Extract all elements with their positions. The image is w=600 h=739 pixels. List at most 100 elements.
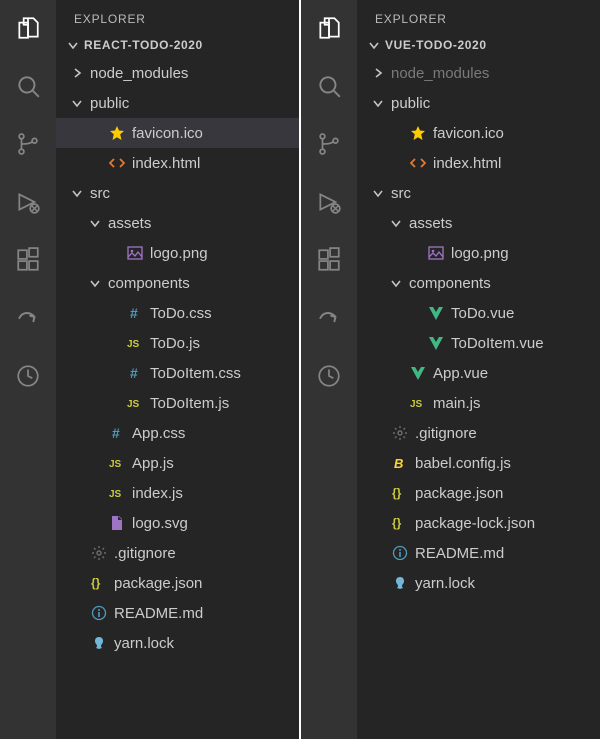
explorer-sidebar: EXPLORER REACT-TODO-2020 node_modulespub… (56, 0, 299, 739)
svg-text:#: # (130, 305, 138, 321)
svg-text:JS: JS (109, 489, 122, 500)
file-row[interactable]: .gitignore (56, 538, 299, 568)
file-row[interactable]: {} package.json (357, 478, 600, 508)
file-row[interactable]: yarn.lock (56, 628, 299, 658)
tree-item-label: ToDo.vue (451, 305, 514, 322)
hash-icon: # (126, 364, 144, 382)
file-row[interactable]: App.vue (357, 358, 600, 388)
file-row[interactable]: index.html (357, 148, 600, 178)
file-row[interactable]: yarn.lock (357, 568, 600, 598)
chevron-down-icon (66, 39, 80, 51)
tree-item-label: App.js (132, 455, 174, 472)
chevron-down-icon (389, 277, 403, 289)
share-icon[interactable] (315, 304, 343, 332)
folder-row[interactable]: public (357, 88, 600, 118)
tree-item-label: assets (108, 215, 151, 232)
image-icon (126, 244, 144, 262)
json-icon: {} (391, 514, 409, 532)
js-icon: JS (126, 394, 144, 412)
js-icon: JS (126, 334, 144, 352)
babel-icon: B (391, 454, 409, 472)
svg-text:JS: JS (109, 459, 122, 470)
file-row[interactable]: logo.png (56, 238, 299, 268)
file-row[interactable]: {} package.json (56, 568, 299, 598)
git-icon[interactable] (14, 130, 42, 158)
folder-row[interactable]: assets (56, 208, 299, 238)
file-row[interactable]: {} package-lock.json (357, 508, 600, 538)
project-header[interactable]: VUE-TODO-2020 (357, 34, 600, 56)
chevron-down-icon (371, 187, 385, 199)
folder-row[interactable]: components (56, 268, 299, 298)
extensions-icon[interactable] (315, 246, 343, 274)
accounts-icon[interactable] (315, 362, 343, 390)
file-row[interactable]: JSToDoItem.js (56, 388, 299, 418)
info-icon (391, 544, 409, 562)
folder-row[interactable]: node_modules (56, 58, 299, 88)
gear-icon (90, 544, 108, 562)
file-row[interactable]: JSToDo.js (56, 328, 299, 358)
files-icon[interactable] (14, 14, 42, 42)
file-row[interactable]: logo.svg (56, 508, 299, 538)
tree-item-label: public (391, 95, 430, 112)
search-icon[interactable] (14, 72, 42, 100)
chevron-down-icon (367, 39, 381, 51)
search-icon[interactable] (315, 72, 343, 100)
tree-item-label: yarn.lock (114, 635, 174, 652)
tree-item-label: package.json (415, 485, 503, 502)
info-icon (90, 604, 108, 622)
svg-text:#: # (130, 365, 138, 381)
file-row[interactable]: logo.png (357, 238, 600, 268)
folder-row[interactable]: node_modules (357, 58, 600, 88)
file-row[interactable]: #ToDo.css (56, 298, 299, 328)
file-row[interactable]: ToDo.vue (357, 298, 600, 328)
folder-row[interactable]: assets (357, 208, 600, 238)
share-icon[interactable] (14, 304, 42, 332)
tree-item-label: assets (409, 215, 452, 232)
svg-text:#: # (112, 425, 120, 441)
file-row[interactable]: favicon.ico (357, 118, 600, 148)
file-row[interactable]: index.html (56, 148, 299, 178)
tree-item-label: components (409, 275, 491, 292)
chevron-down-icon (389, 217, 403, 229)
folder-row[interactable]: src (357, 178, 600, 208)
debug-icon[interactable] (14, 188, 42, 216)
extensions-icon[interactable] (14, 246, 42, 274)
project-name: REACT-TODO-2020 (84, 38, 203, 52)
folder-row[interactable]: components (357, 268, 600, 298)
file-row[interactable]: # ToDoItem.css (56, 358, 299, 388)
tree-item-label: package.json (114, 575, 202, 592)
tree-item-label: index.html (433, 155, 501, 172)
tree-item-label: src (90, 185, 110, 202)
project-header[interactable]: REACT-TODO-2020 (56, 34, 299, 56)
file-row[interactable]: favicon.ico (56, 118, 299, 148)
debug-icon[interactable] (315, 188, 343, 216)
js-icon: JS (409, 394, 427, 412)
file-row[interactable]: README.md (56, 598, 299, 628)
file-row[interactable]: JS App.js (56, 448, 299, 478)
star-icon (108, 124, 126, 142)
file-row[interactable]: #App.css (56, 418, 299, 448)
svg-text:JS: JS (410, 399, 423, 410)
files-icon[interactable] (315, 14, 343, 42)
tree-item-label: package-lock.json (415, 515, 535, 532)
file-row[interactable]: Bbabel.config.js (357, 448, 600, 478)
chevron-down-icon (88, 277, 102, 289)
folder-row[interactable]: src (56, 178, 299, 208)
explorer-title: EXPLORER (357, 0, 600, 34)
svg-text:{}: {} (392, 486, 402, 500)
chevron-down-icon (88, 217, 102, 229)
accounts-icon[interactable] (14, 362, 42, 390)
git-icon[interactable] (315, 130, 343, 158)
tree-item-label: ToDoItem.css (150, 365, 241, 382)
activity-bar (301, 0, 357, 739)
file-row[interactable]: JSindex.js (56, 478, 299, 508)
file-row[interactable]: JSmain.js (357, 388, 600, 418)
folder-row[interactable]: public (56, 88, 299, 118)
tree-item-label: index.html (132, 155, 200, 172)
yarn-icon (391, 574, 409, 592)
file-row[interactable]: README.md (357, 538, 600, 568)
json-icon: {} (90, 574, 108, 592)
file-row[interactable]: .gitignore (357, 418, 600, 448)
file-row[interactable]: ToDoItem.vue (357, 328, 600, 358)
yarn-icon (90, 634, 108, 652)
